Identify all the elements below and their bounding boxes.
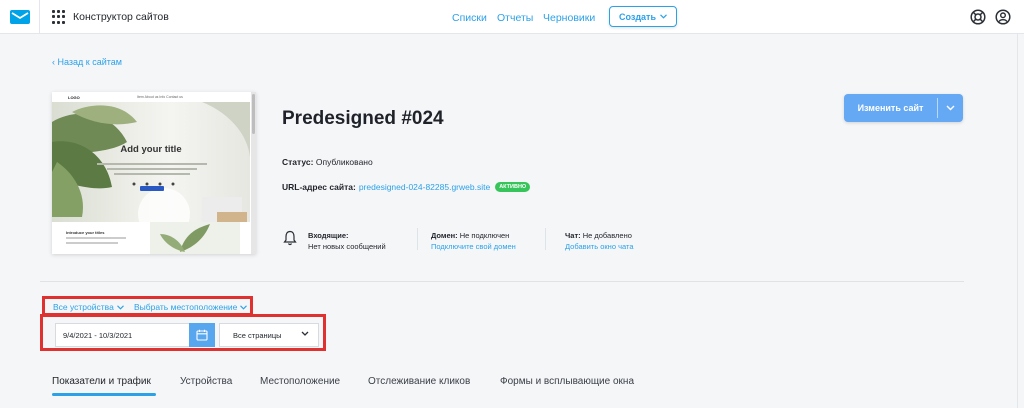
tab-devices[interactable]: Устройства [180, 376, 232, 387]
user-profile-icon[interactable] [995, 9, 1011, 25]
create-button-label: Создать [618, 11, 656, 22]
url-label: URL-адрес сайта: [282, 182, 356, 192]
thumbnail-nav: LOGO Item About us Info Contact us [52, 92, 256, 102]
tab-click-tracking[interactable]: Отслеживание кликов [368, 376, 470, 387]
active-tab-indicator [52, 393, 156, 396]
devices-filter[interactable]: Все устройства [53, 302, 124, 312]
tab-forms-popups[interactable]: Формы и всплывающие окна [500, 376, 634, 387]
chat-info: Чат: Не добавлено Добавить окно чата [565, 230, 634, 252]
devices-filter-label: Все устройства [53, 302, 114, 312]
inbox-value: Нет новых сообщений [308, 242, 386, 251]
edit-site-dropdown[interactable] [938, 94, 963, 122]
chat-value: Не добавлено [582, 231, 632, 240]
content-right-border [1017, 34, 1018, 408]
chat-label: Чат: [565, 231, 581, 240]
site-status: Статус: Опубликовано [282, 157, 373, 167]
plant-image [150, 222, 240, 254]
status-value: Опубликовано [315, 157, 373, 167]
domain-label: Домен: [431, 231, 458, 240]
thumbnail-scrollbar[interactable] [251, 92, 256, 254]
thumbnail-hero-button [140, 186, 164, 191]
pages-select[interactable]: Все страницы [219, 323, 319, 347]
edit-site-button-group: Изменить сайт [844, 94, 963, 122]
envelope-icon [9, 10, 30, 24]
top-bar: Конструктор сайтов Списки Отчеты Чернови… [0, 0, 1024, 34]
nav-drafts[interactable]: Черновики [543, 12, 595, 24]
tab-metrics-traffic[interactable]: Показатели и трафик [52, 376, 151, 387]
help-lifebuoy-icon[interactable] [970, 9, 986, 25]
section-divider [40, 281, 964, 282]
filter-links-highlight: Все устройства Выбрать местоположение [42, 296, 253, 316]
edit-site-button[interactable]: Изменить сайт [844, 94, 937, 122]
thumbnail-hero-title: Add your title [120, 144, 182, 155]
site-url-link[interactable]: predesigned-024-82285.grweb.site [359, 182, 490, 192]
connect-domain-link[interactable]: Подключите свой домен [431, 241, 516, 252]
thumbnail-menu: Item About us Info Contact us [137, 95, 183, 99]
app-name: Конструктор сайтов [73, 11, 169, 23]
thumbnail-text-line [66, 237, 126, 239]
thumbnail-section-title: Introduce your titles [66, 230, 105, 235]
divider [417, 228, 418, 250]
domain-value: Не подключен [459, 231, 510, 240]
nav-reports[interactable]: Отчеты [497, 12, 533, 24]
edit-site-label: Изменить сайт [857, 103, 924, 113]
calendar-icon [196, 329, 208, 341]
chevron-down-icon [240, 304, 248, 310]
site-preview-thumbnail[interactable]: LOGO Item About us Info Contact us Add y… [52, 92, 256, 254]
tab-location[interactable]: Местоположение [260, 376, 340, 387]
leaf-illustration [52, 102, 250, 222]
chevron-down-icon [301, 331, 309, 336]
getresponse-logo[interactable] [0, 0, 40, 34]
date-range-input[interactable]: 9/4/2021 - 10/3/2021 [55, 323, 189, 347]
add-chat-link[interactable]: Добавить окно чата [565, 241, 634, 252]
bell-icon [283, 230, 297, 246]
domain-info: Домен: Не подключен Подключите свой доме… [431, 230, 516, 252]
location-filter[interactable]: Выбрать местоположение [134, 302, 248, 312]
chevron-down-icon [660, 14, 667, 19]
back-link-label: Назад к сайтам [57, 57, 122, 67]
chevron-down-icon [946, 105, 955, 111]
thumbnail-text-line [66, 242, 118, 244]
thumbnail-logo: LOGO [68, 95, 80, 100]
date-range-value: 9/4/2021 - 10/3/2021 [63, 330, 133, 340]
inbox-info: Входящие: Нет новых сообщений [308, 230, 386, 252]
chevron-down-icon [116, 304, 124, 310]
pages-select-value: Все страницы [233, 330, 282, 340]
status-badge: АКТИВНО [495, 182, 531, 192]
calendar-button[interactable] [189, 323, 215, 347]
back-to-sites-link[interactable]: ‹ Назад к сайтам [52, 57, 122, 67]
create-button[interactable]: Создать [609, 6, 677, 27]
site-title: Predesigned #024 [282, 108, 444, 129]
location-filter-label: Выбрать местоположение [134, 302, 238, 312]
status-label: Статус: [282, 157, 314, 167]
chevron-left-icon: ‹ [52, 57, 55, 67]
thumbnail-lower-section: Introduce your titles [52, 222, 250, 254]
inbox-label: Входящие: [308, 231, 349, 240]
divider [545, 228, 546, 250]
nav-lists[interactable]: Списки [452, 12, 487, 24]
site-url: URL-адрес сайта: predesigned-024-82285.g… [282, 182, 531, 192]
date-and-page-controls-highlight: 9/4/2021 - 10/3/2021 Все страницы [40, 314, 326, 351]
thumbnail-hero: Add your title [52, 102, 250, 222]
apps-grid-icon[interactable] [52, 10, 66, 24]
